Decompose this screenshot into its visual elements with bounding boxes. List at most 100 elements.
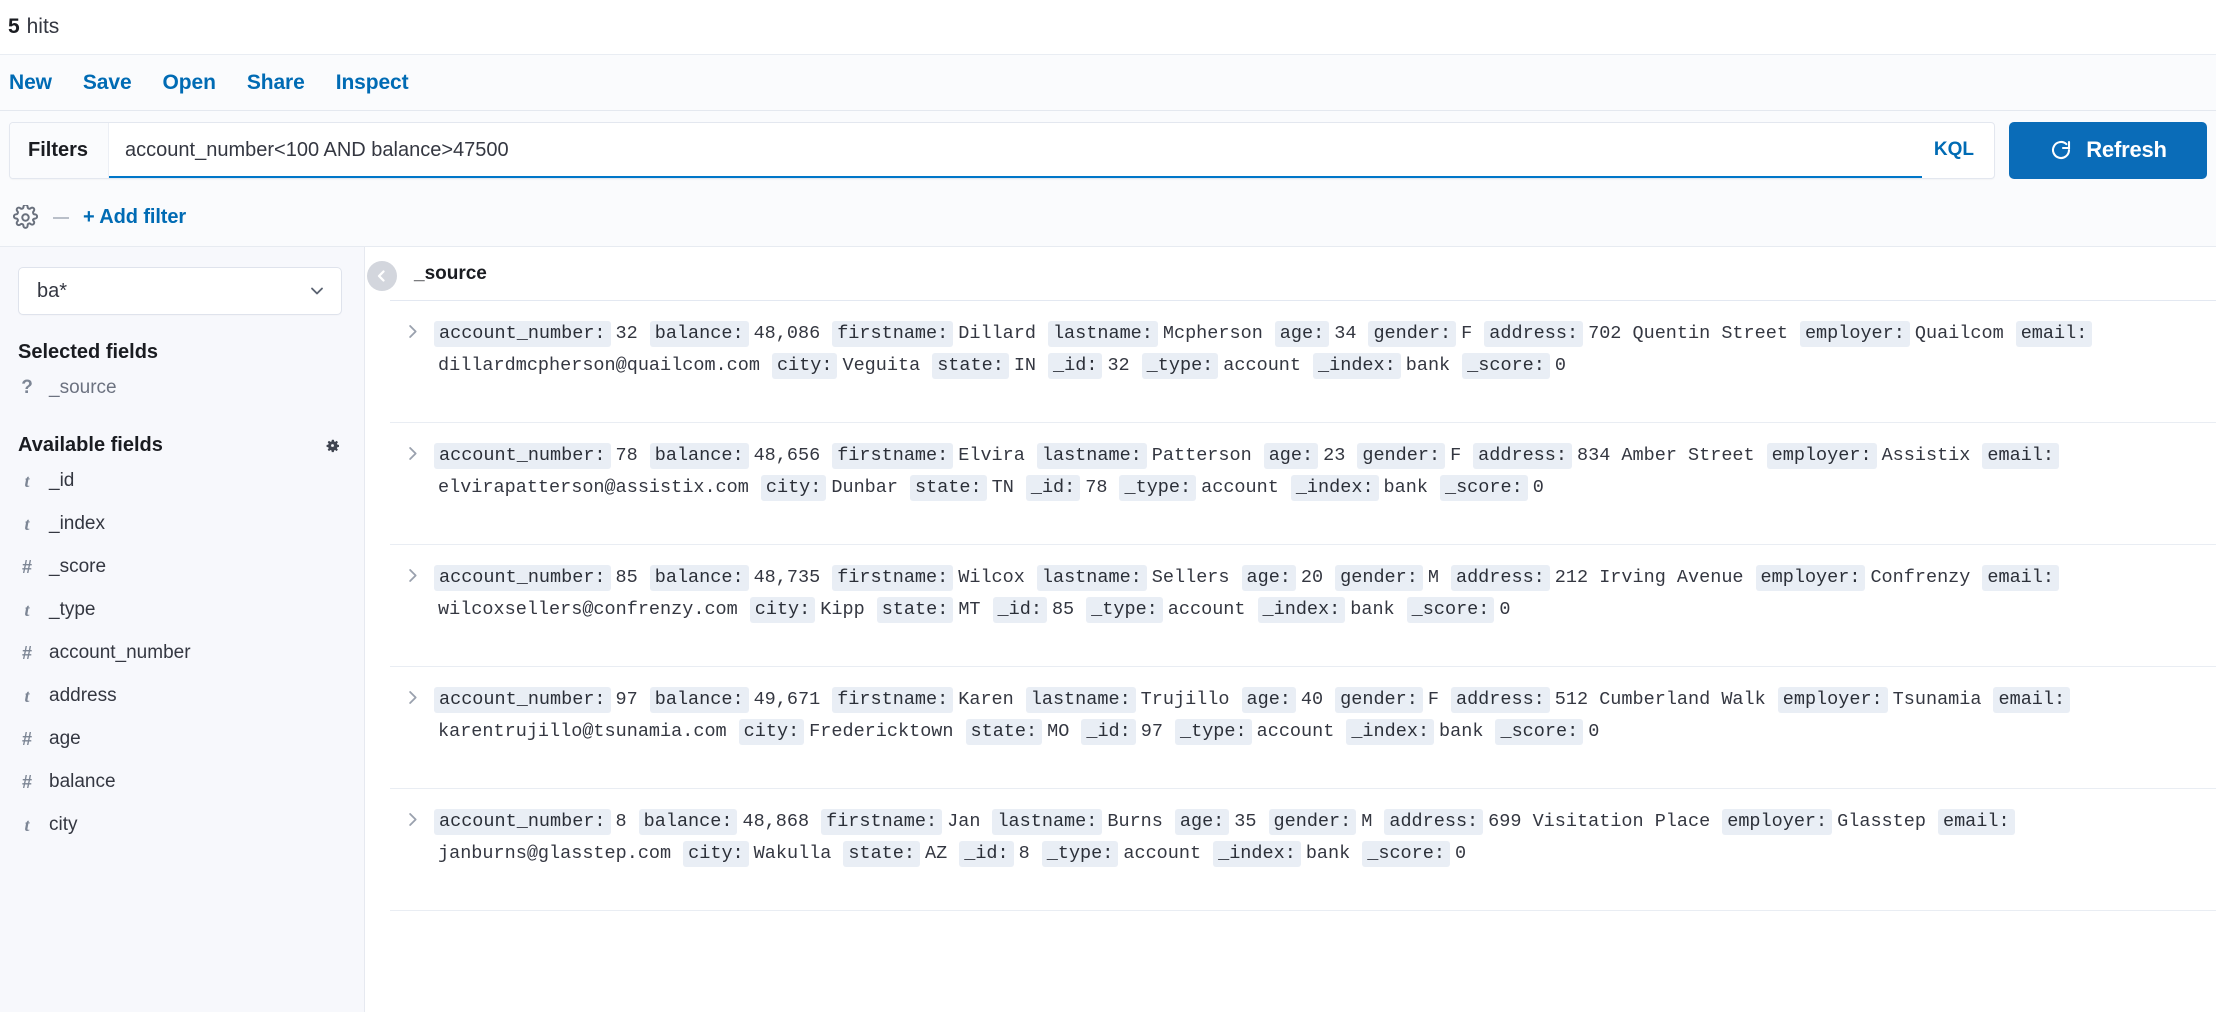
field-value: Karen [958,689,1014,710]
field-key: account_number: [434,565,611,591]
sidebar-field-_id[interactable]: t _id [18,461,342,501]
collapse-sidebar-button[interactable] [367,261,397,291]
field-key: age: [1242,565,1296,591]
refresh-button-label: Refresh [2086,137,2167,163]
field-key: _id: [1081,719,1135,745]
field-value: bank [1406,355,1450,376]
results-table-header: _source [390,247,2216,301]
add-filter-button[interactable]: + Add filter [83,206,186,229]
field-value: account [1168,599,1246,620]
table-row: account_number:32balance:48,086firstname… [390,301,2216,423]
field-key: city: [683,841,749,867]
top-nav: New Save Open Share Inspect [0,54,2216,111]
field-key: age: [1242,687,1296,713]
expand-row-icon[interactable] [390,562,434,585]
sidebar-field-address[interactable]: t address [18,676,342,716]
index-pattern-value: ba* [37,280,67,303]
nav-save[interactable]: Save [83,71,132,95]
field-type-icon: # [20,729,34,750]
nav-inspect[interactable]: Inspect [336,71,409,95]
field-key: _type: [1086,597,1163,623]
index-pattern-select[interactable]: ba* [18,267,342,315]
document-source-cell: account_number:97balance:49,671firstname… [434,684,2198,748]
field-value: Elvira [958,445,1025,466]
field-value: Mcpherson [1163,323,1263,344]
document-source-cell: account_number:78balance:48,656firstname… [434,440,2198,504]
fields-sidebar: ba* Selected fields ? _source Available … [0,247,365,1012]
field-name-label: address [49,685,117,707]
field-value: dillardmcpherson@quailcom.com [438,355,760,376]
results-panel: _source account_number:32balance:48,086f… [365,247,2216,1012]
sidebar-field-_index[interactable]: t _index [18,504,342,544]
field-name-label: city [49,814,78,836]
nav-share[interactable]: Share [247,71,305,95]
field-key: balance: [650,321,749,347]
field-value: Assistix [1882,445,1971,466]
sidebar-field-balance[interactable]: # balance [18,762,342,802]
expand-row-icon[interactable] [390,806,434,829]
chevron-left-icon [373,267,391,285]
field-name-label: age [49,728,81,750]
sidebar-field-age[interactable]: # age [18,719,342,759]
field-key: gender: [1335,565,1423,591]
field-value: 34 [1334,323,1356,344]
field-type-icon: t [20,600,34,621]
field-value: 20 [1301,567,1323,588]
expand-row-icon[interactable] [390,440,434,463]
sidebar-field-_score[interactable]: # _score [18,547,342,587]
discover-app: 5 hits New Save Open Share Inspect Filte… [0,0,2216,1012]
field-value: 85 [1052,599,1074,620]
field-value: Wakulla [754,843,832,864]
field-type-icon: t [20,471,34,492]
field-value: Kipp [820,599,864,620]
sidebar-field-account_number[interactable]: # account_number [18,633,342,673]
field-value: 85 [616,567,638,588]
field-key: email: [1938,809,2015,835]
field-value: 48,868 [742,811,809,832]
field-key: _id: [1048,353,1102,379]
field-value: Wilcox [958,567,1025,588]
field-key: state: [877,597,954,623]
filter-bar: + Add filter [0,189,2216,247]
refresh-button[interactable]: Refresh [2009,122,2207,179]
field-name-label: _score [49,556,106,578]
query-input[interactable]: account_number<100 AND balance>47500 [109,123,1922,178]
field-value: bank [1439,721,1483,742]
field-type-icon: t [20,815,34,836]
nav-new[interactable]: New [9,71,52,95]
field-key: _index: [1258,597,1346,623]
field-key: account_number: [434,321,611,347]
sidebar-field-city[interactable]: t city [18,805,342,845]
field-value: M [1361,811,1372,832]
field-key: balance: [639,809,738,835]
expand-row-icon[interactable] [390,684,434,707]
field-value: 0 [1555,355,1566,376]
field-value: 8 [1019,843,1030,864]
field-key: account_number: [434,687,611,713]
sidebar-field-_source[interactable]: ? _source [18,368,342,408]
field-key: city: [739,719,805,745]
expand-row-icon[interactable] [390,318,434,341]
gear-icon[interactable] [11,204,39,232]
field-key: lastname: [992,809,1102,835]
field-key: state: [843,841,920,867]
table-row: account_number:78balance:48,656firstname… [390,423,2216,545]
field-value: bank [1384,477,1428,498]
field-key: _index: [1213,841,1301,867]
field-value: F [1461,323,1472,344]
hits-label: hits [27,15,60,39]
field-settings-gear-icon[interactable] [323,436,342,455]
nav-open[interactable]: Open [163,71,216,95]
refresh-icon [2049,138,2073,162]
field-key: firstname: [832,565,953,591]
field-key: firstname: [832,321,953,347]
field-value: Dunbar [831,477,898,498]
field-value: 48,735 [754,567,821,588]
sidebar-field-_type[interactable]: t _type [18,590,342,630]
field-key: age: [1175,809,1229,835]
field-key: _type: [1175,719,1252,745]
query-language-badge[interactable]: KQL [1922,123,1994,178]
field-key: state: [932,353,1009,379]
field-key: lastname: [1037,565,1147,591]
field-type-icon: ? [20,377,34,399]
